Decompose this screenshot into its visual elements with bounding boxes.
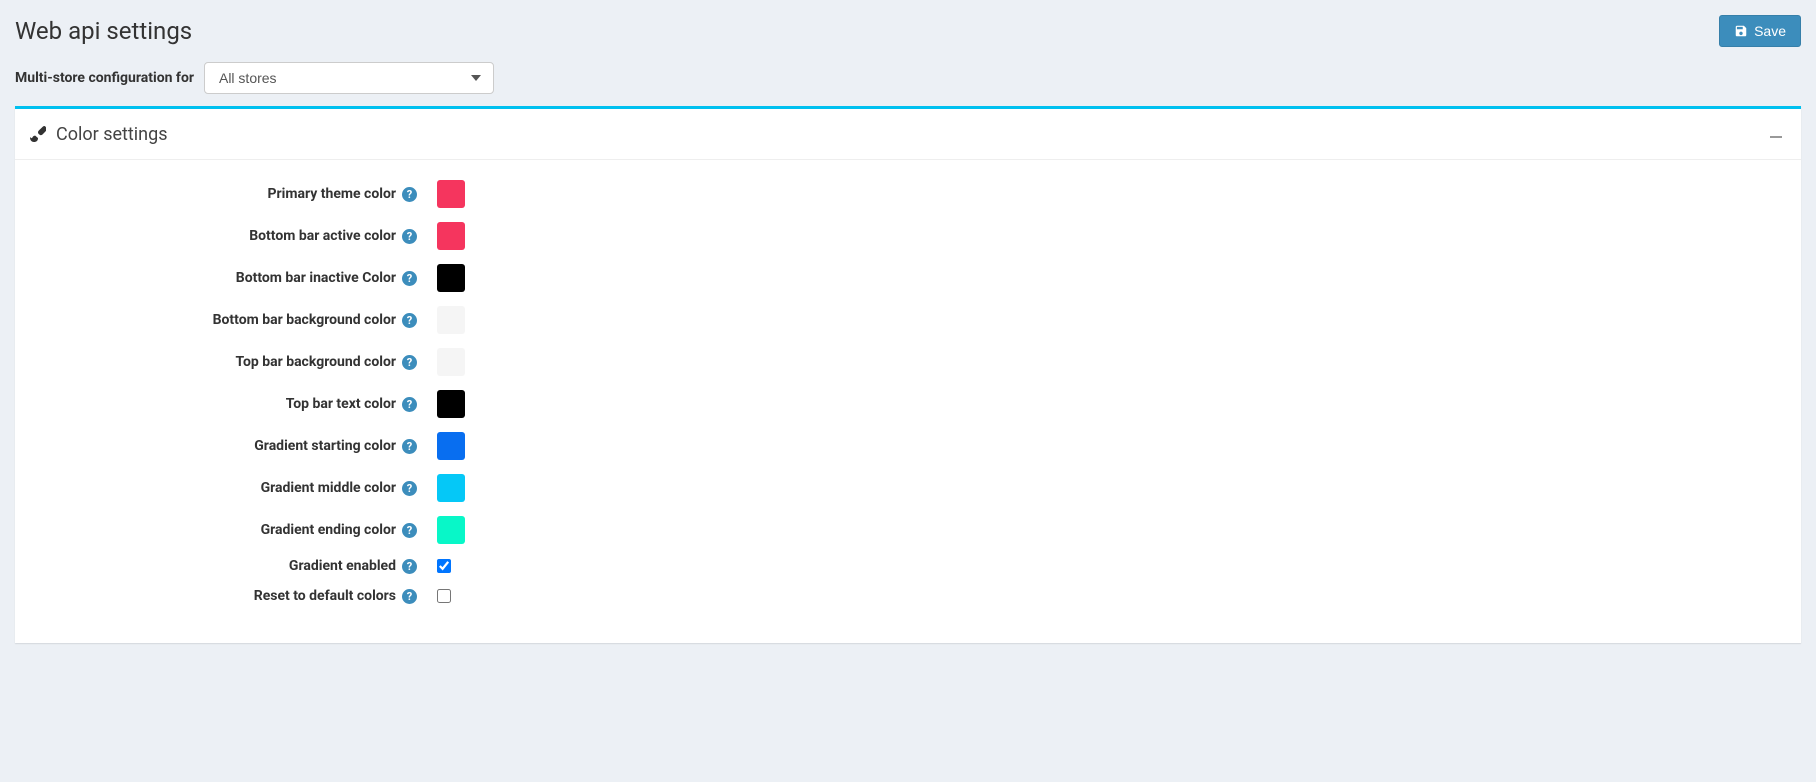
save-icon <box>1734 24 1748 38</box>
reset-to-default-colors-label: Reset to default colors <box>254 588 396 604</box>
help-icon[interactable]: ? <box>402 271 417 286</box>
panel-title: Color settings <box>56 124 168 145</box>
top-bar-background-color-swatch[interactable] <box>437 348 465 376</box>
bottom-bar-active-color-swatch[interactable] <box>437 222 465 250</box>
help-icon[interactable]: ? <box>402 559 417 574</box>
help-icon[interactable]: ? <box>402 439 417 454</box>
color-settings-panel: Color settings Primary theme color ? Bot… <box>15 106 1801 643</box>
multi-store-select[interactable]: All stores <box>204 62 494 94</box>
gradient-middle-color-label: Gradient middle color <box>261 480 396 496</box>
gradient-ending-color-label: Gradient ending color <box>261 522 396 538</box>
save-button[interactable]: Save <box>1719 15 1801 47</box>
gradient-enabled-checkbox[interactable] <box>437 559 451 573</box>
gradient-starting-color-label: Gradient starting color <box>254 438 396 454</box>
help-icon[interactable]: ? <box>402 229 417 244</box>
primary-theme-color-swatch[interactable] <box>437 180 465 208</box>
top-bar-text-color-swatch[interactable] <box>437 390 465 418</box>
help-icon[interactable]: ? <box>402 523 417 538</box>
page-title: Web api settings <box>15 17 192 45</box>
bottom-bar-background-color-label: Bottom bar background color <box>213 312 396 328</box>
gradient-enabled-label: Gradient enabled <box>289 558 396 574</box>
top-bar-background-color-label: Top bar background color <box>235 354 396 370</box>
help-icon[interactable]: ? <box>402 313 417 328</box>
gradient-ending-color-swatch[interactable] <box>437 516 465 544</box>
multi-store-label: Multi-store configuration for <box>15 70 194 86</box>
help-icon[interactable]: ? <box>402 187 417 202</box>
help-icon[interactable]: ? <box>402 397 417 412</box>
help-icon[interactable]: ? <box>402 589 417 604</box>
help-icon[interactable]: ? <box>402 355 417 370</box>
primary-theme-color-label: Primary theme color <box>268 186 397 202</box>
bottom-bar-background-color-swatch[interactable] <box>437 306 465 334</box>
save-button-label: Save <box>1754 23 1786 39</box>
help-icon[interactable]: ? <box>402 481 417 496</box>
minus-icon <box>1770 136 1782 138</box>
bottom-bar-inactive-color-swatch[interactable] <box>437 264 465 292</box>
collapse-button[interactable] <box>1766 121 1786 147</box>
gradient-starting-color-swatch[interactable] <box>437 432 465 460</box>
gradient-middle-color-swatch[interactable] <box>437 474 465 502</box>
brush-icon <box>30 126 46 142</box>
top-bar-text-color-label: Top bar text color <box>286 396 396 412</box>
reset-to-default-colors-checkbox[interactable] <box>437 589 451 603</box>
bottom-bar-active-color-label: Bottom bar active color <box>249 228 396 244</box>
bottom-bar-inactive-color-label: Bottom bar inactive Color <box>236 270 396 286</box>
